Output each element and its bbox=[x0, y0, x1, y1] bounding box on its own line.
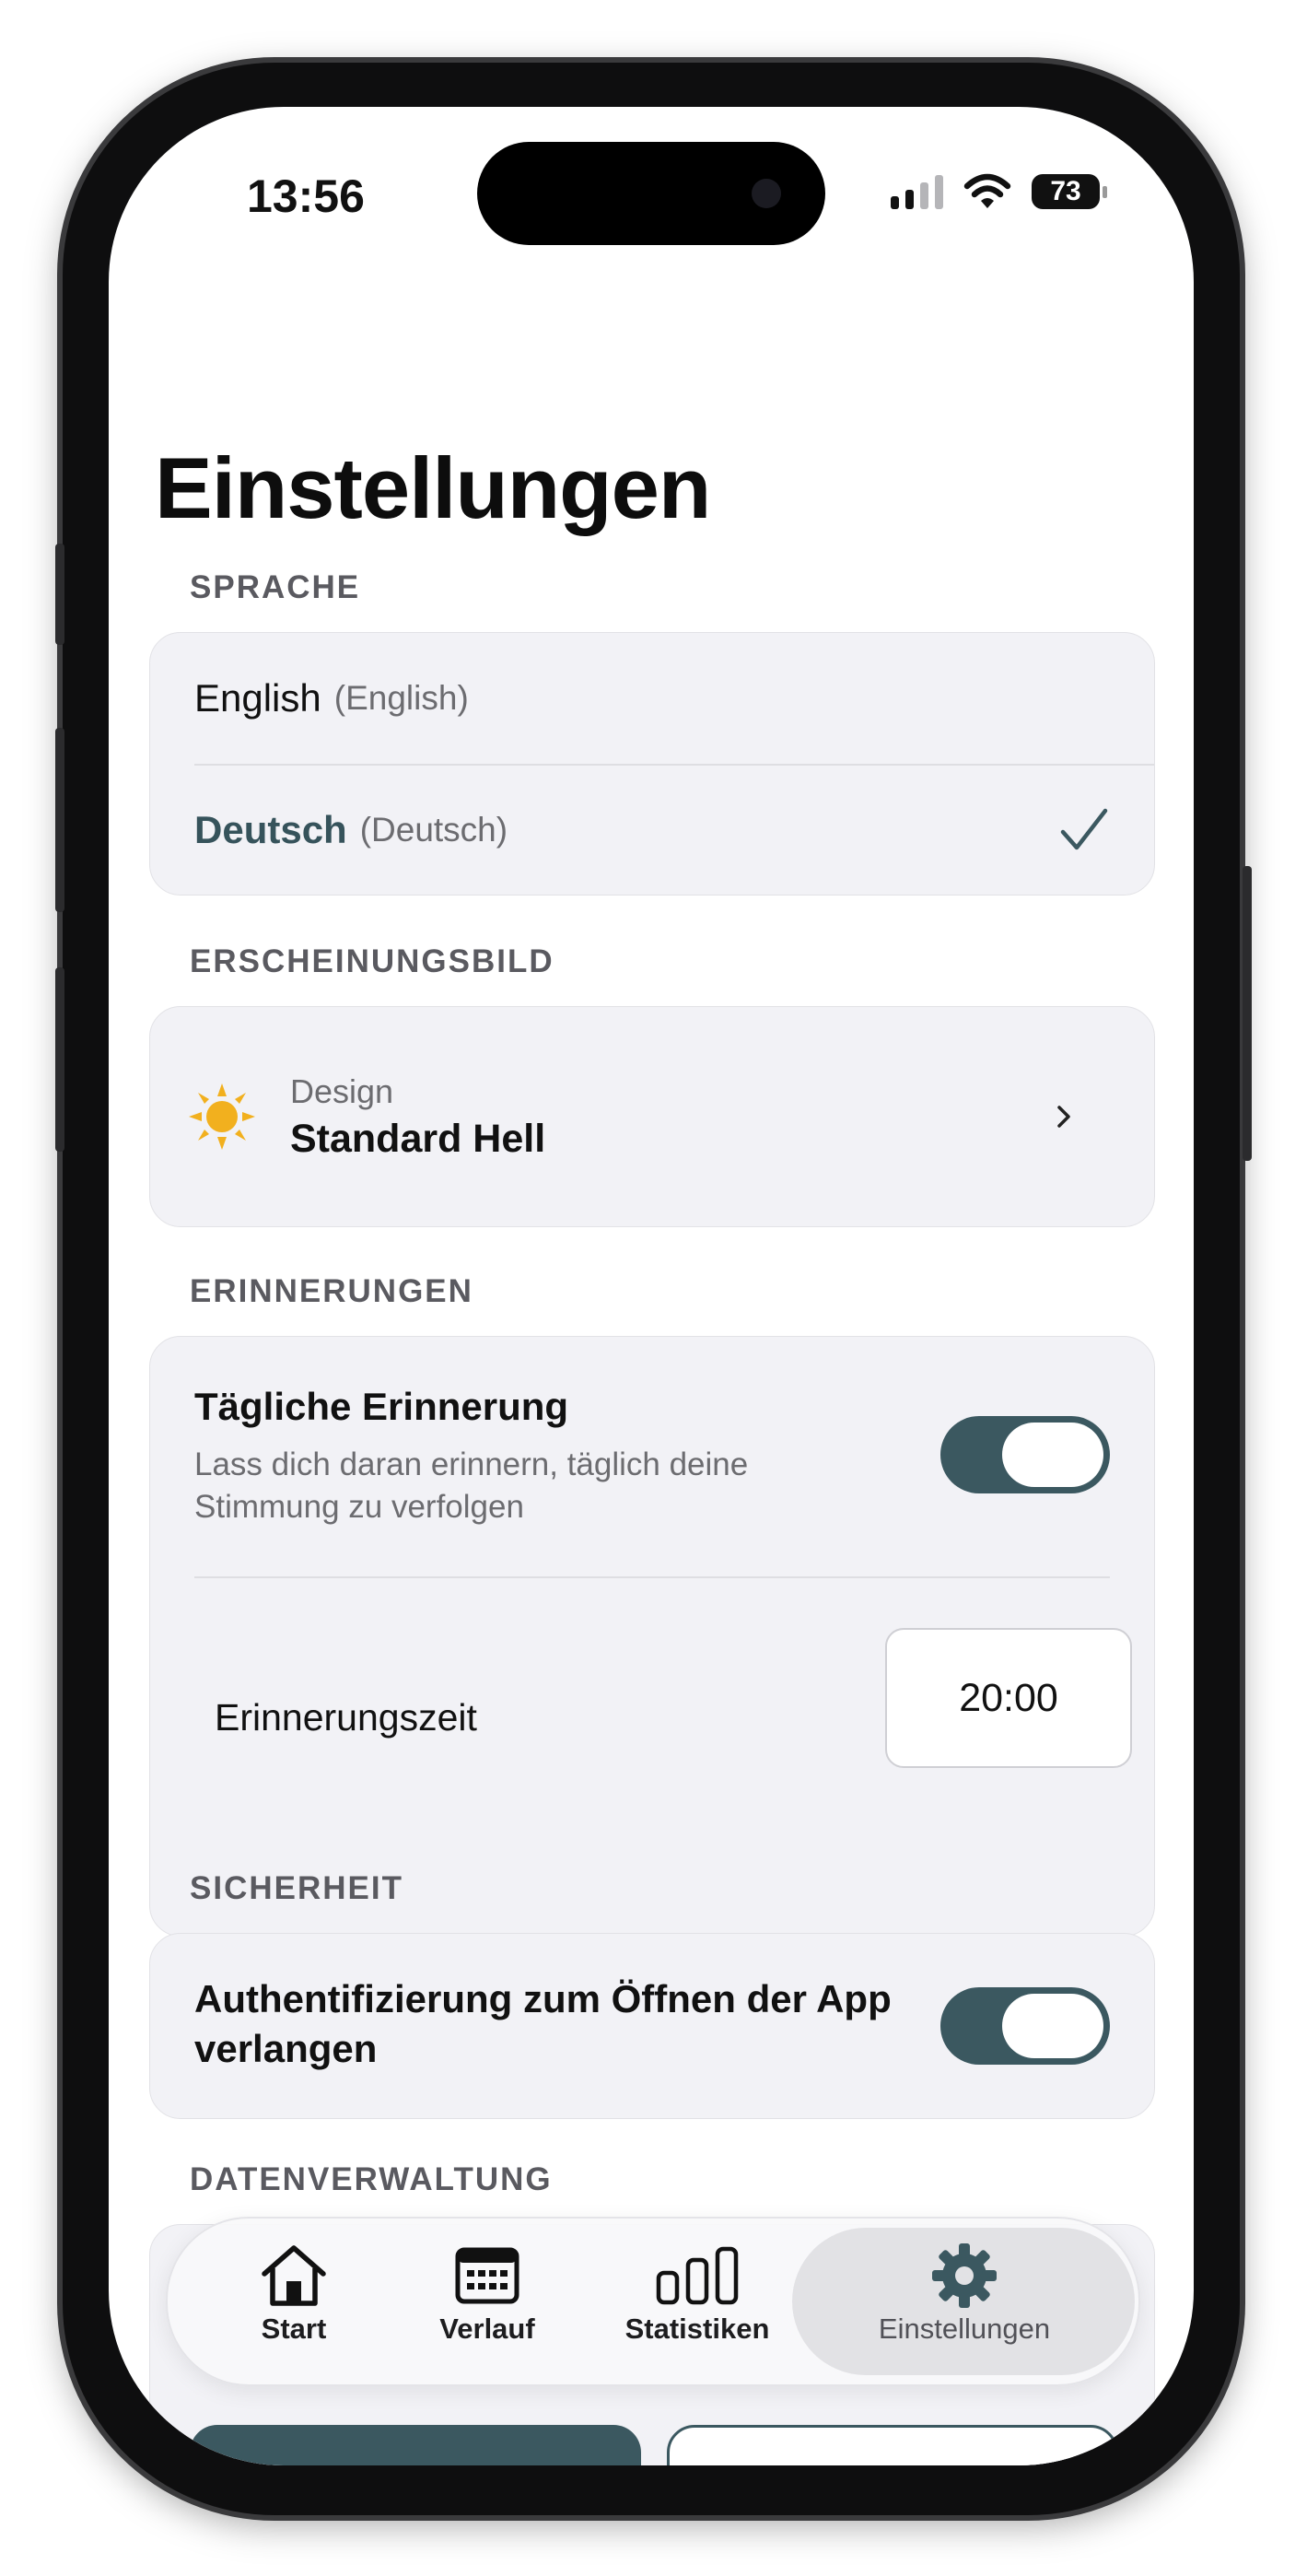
tab-bar: Start Verlauf Statistiken Einstellungen bbox=[166, 2217, 1140, 2386]
volume-down-button bbox=[55, 967, 64, 1152]
toggle-knob bbox=[1002, 1994, 1103, 2058]
tab-einstellungen[interactable]: Einstellungen bbox=[840, 2239, 1089, 2346]
language-name: English bbox=[194, 676, 321, 720]
daily-reminder-subtitle: Lass dich daran erinnern, täglich deine … bbox=[194, 1444, 894, 1528]
battery-level: 73 bbox=[1050, 176, 1081, 206]
reminders-card: Tägliche Erinnerung Lass dich daran erin… bbox=[149, 1336, 1155, 1937]
sun-icon bbox=[189, 1083, 255, 1150]
tab-label: Verlauf bbox=[439, 2313, 535, 2345]
dynamic-island bbox=[477, 142, 825, 245]
reminder-time-label: Erinnerungszeit bbox=[215, 1696, 477, 1739]
chevron-right-icon bbox=[1057, 1106, 1070, 1128]
subtitle-line: Lass dich daran erinnern, täglich deine bbox=[194, 1446, 749, 1482]
wifi-icon bbox=[963, 173, 1011, 208]
action-button bbox=[55, 544, 64, 645]
design-value: Standard Hell bbox=[290, 1116, 546, 1161]
language-native-name: (Deutsch) bbox=[359, 811, 508, 849]
toggle-knob bbox=[1002, 1423, 1103, 1487]
auth-label: Authentifizierung zum Öffnen der App ver… bbox=[194, 1974, 968, 2074]
daily-reminder-toggle[interactable] bbox=[940, 1416, 1110, 1493]
status-time: 13:56 bbox=[247, 170, 365, 222]
tab-label: Start bbox=[261, 2313, 327, 2345]
tab-statistiken[interactable]: Statistiken bbox=[610, 2239, 785, 2346]
language-native-name: (English) bbox=[333, 679, 469, 717]
appearance-card: Design Standard Hell bbox=[149, 1006, 1155, 1227]
auth-toggle[interactable] bbox=[940, 1987, 1110, 2065]
design-label: Design bbox=[290, 1071, 394, 1110]
power-button bbox=[1243, 866, 1252, 1161]
checkmark-icon bbox=[1060, 808, 1108, 850]
section-label-language: SPRACHE bbox=[190, 569, 361, 605]
tab-label: Einstellungen bbox=[878, 2313, 1051, 2345]
language-name: Deutsch bbox=[194, 808, 347, 851]
status-icons: 73 bbox=[891, 173, 1107, 210]
house-icon bbox=[262, 2245, 326, 2306]
section-label-data-management: DATENVERWALTUNG bbox=[190, 2161, 553, 2197]
language-option-deutsch[interactable]: Deutsch (Deutsch) bbox=[150, 766, 1154, 895]
export-button[interactable] bbox=[190, 2425, 641, 2465]
security-card: Authentifizierung zum Öffnen der App ver… bbox=[149, 1933, 1155, 2119]
volume-up-button bbox=[55, 728, 64, 912]
section-label-appearance: ERSCHEINUNGSBILD bbox=[190, 943, 554, 979]
language-card: English (English) Deutsch (Deutsch) bbox=[149, 632, 1155, 896]
design-text: Design Standard Hell bbox=[290, 1072, 545, 1162]
subtitle-line: Stimmung zu verfolgen bbox=[194, 1489, 524, 1525]
bar-chart-icon bbox=[656, 2246, 739, 2305]
section-label-security: SICHERHEIT bbox=[190, 1870, 403, 1906]
battery-icon: 73 bbox=[1032, 174, 1107, 209]
reminder-time-input[interactable]: 20:00 bbox=[885, 1628, 1132, 1768]
daily-reminder-title: Tägliche Erinnerung bbox=[194, 1385, 569, 1428]
tab-label: Statistiken bbox=[624, 2313, 770, 2345]
page-title: Einstellungen bbox=[155, 439, 711, 536]
tab-start[interactable]: Start bbox=[225, 2239, 363, 2346]
section-label-reminders: ERINNERUNGEN bbox=[190, 1273, 473, 1309]
import-button[interactable] bbox=[667, 2425, 1118, 2465]
cellular-signal-icon bbox=[891, 174, 943, 209]
camera-icon bbox=[752, 179, 781, 208]
auth-label-line: verlangen bbox=[194, 2027, 378, 2070]
language-option-english[interactable]: English (English) bbox=[150, 633, 1154, 764]
divider bbox=[194, 1576, 1110, 1578]
design-row[interactable]: Design Standard Hell bbox=[150, 1007, 1154, 1226]
daily-reminder-text: Tägliche Erinnerung Lass dich daran erin… bbox=[194, 1385, 894, 1528]
tab-verlauf[interactable]: Verlauf bbox=[409, 2239, 566, 2346]
auth-label-line: Authentifizierung zum Öffnen der App bbox=[194, 1977, 892, 2020]
calendar-icon bbox=[455, 2247, 519, 2304]
screen: 13:56 73 Einstellungen SPRACHE English (… bbox=[109, 107, 1194, 2465]
gear-icon bbox=[932, 2243, 997, 2308]
